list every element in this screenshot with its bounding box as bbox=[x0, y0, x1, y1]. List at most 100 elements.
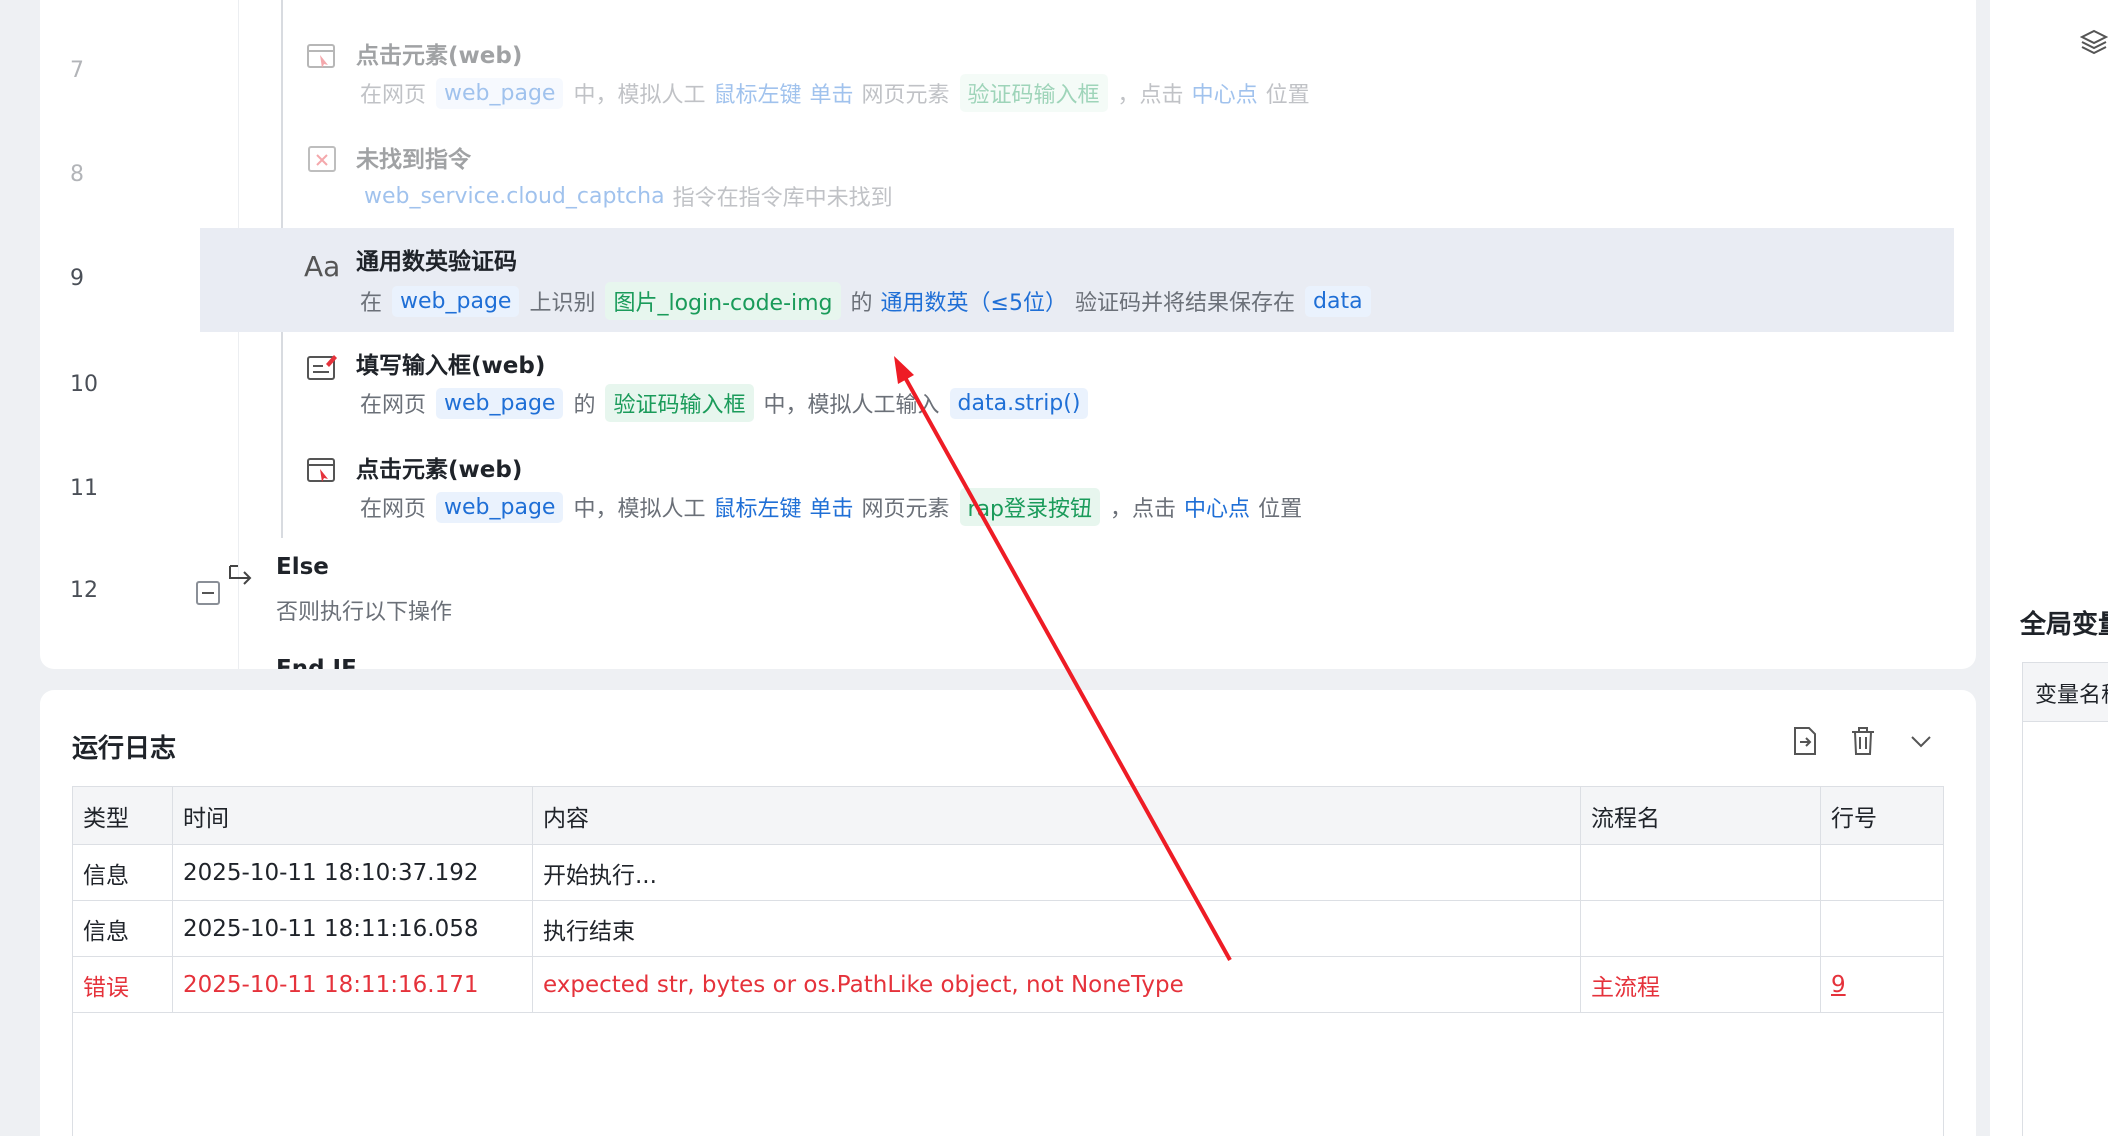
log-content: expected str, bytes or os.PathLike objec… bbox=[533, 957, 1581, 1012]
line-number: 7 bbox=[70, 58, 84, 83]
command-title: 点击元素(web) bbox=[356, 43, 523, 69]
log-table: 类型 时间 内容 流程名 行号 信息 2025-10-11 18:10:37.1… bbox=[72, 786, 1944, 1136]
param-chip[interactable]: web_page bbox=[436, 491, 564, 523]
export-log-icon[interactable] bbox=[1790, 726, 1820, 756]
log-table-header: 类型 时间 内容 流程名 行号 bbox=[73, 787, 1943, 845]
desc-text: 鼠标左键 bbox=[713, 83, 802, 108]
desc-text: 验证码并将结果保存在 bbox=[1074, 291, 1295, 316]
log-type: 信息 bbox=[73, 845, 173, 900]
column-header-flow: 流程名 bbox=[1581, 787, 1821, 844]
log-time: 2025-10-11 18:10:37.192 bbox=[173, 845, 533, 900]
collapse-toggle-button[interactable] bbox=[196, 581, 220, 605]
param-chip[interactable]: data bbox=[1305, 285, 1371, 317]
desc-text: 位置 bbox=[1258, 497, 1303, 522]
command-title: 点击元素(web) bbox=[356, 457, 523, 483]
desc-text: 中，模拟人工 bbox=[573, 497, 706, 522]
log-flow bbox=[1581, 845, 1821, 900]
layers-icon[interactable] bbox=[2079, 28, 2108, 60]
line-number: 9 bbox=[70, 266, 84, 291]
desc-text: ，点击 bbox=[1110, 497, 1177, 522]
param-chip[interactable]: 验证码输入框 bbox=[959, 74, 1108, 112]
desc-text: 在网页 bbox=[360, 393, 427, 418]
param-chip[interactable]: web_page bbox=[436, 77, 564, 109]
command-desc: web_service.cloud_captcha 指令在指令库中未找到 bbox=[360, 180, 897, 212]
command-title: 通用数英验证码 bbox=[356, 249, 517, 275]
command-title: Else bbox=[276, 554, 329, 580]
desc-text: 上识别 bbox=[529, 291, 596, 316]
desc-text: 位置 bbox=[1265, 83, 1310, 108]
global-variables-title: 全局变量 bbox=[2020, 610, 2108, 640]
param-chip[interactable]: 验证码输入框 bbox=[605, 384, 754, 422]
desc-text: 中心点 bbox=[1191, 83, 1258, 108]
flow-row-10[interactable]: 10 填写输入框(web) 在网页 web_page 的验证码输入框 中，模拟人工输入… bbox=[40, 332, 1976, 436]
column-header-type: 类型 bbox=[73, 787, 173, 844]
desc-text: 中，模拟人工 bbox=[573, 83, 706, 108]
variable-list-area bbox=[2022, 722, 2108, 1136]
desc-text: 在网页 bbox=[360, 83, 427, 108]
log-time: 2025-10-11 18:11:16.171 bbox=[173, 957, 533, 1012]
desc-text: 单击 bbox=[809, 497, 854, 522]
command-desc: 在网页 web_page 中，模拟人工 鼠标左键 单击 网页元素 验证码输入框 ，点击 中心点位… bbox=[356, 74, 1314, 112]
desc-text: 中，模拟人工输入 bbox=[763, 393, 940, 418]
desc-text: 指令在指令库中未找到 bbox=[672, 186, 893, 211]
command-desc: 在 web_page 上识别 图片_login-code-img 的通用数英（≤5位） 验… bbox=[356, 282, 1377, 320]
param-chip[interactable]: web_page bbox=[436, 387, 564, 419]
desc-text: 在网页 bbox=[360, 497, 427, 522]
line-number: 8 bbox=[70, 162, 84, 187]
desc-text: 网页元素 bbox=[861, 83, 950, 108]
command-desc: 在网页 web_page 的验证码输入框 中，模拟人工输入 data.strip() bbox=[356, 384, 1094, 422]
column-header-content: 内容 bbox=[533, 787, 1581, 844]
command-title: 填写输入框(web) bbox=[356, 353, 546, 379]
param-chip[interactable]: 图片_login-code-img bbox=[605, 282, 841, 320]
variable-name-label: 变量名称 bbox=[2035, 683, 2108, 708]
text-recognition-icon: Aa bbox=[304, 250, 341, 283]
desc-text: web_service.cloud_captcha bbox=[364, 183, 665, 209]
line-number: 10 bbox=[70, 372, 98, 397]
desc-text: 鼠标左键 bbox=[713, 497, 802, 522]
desc-text: 的 bbox=[573, 393, 596, 418]
branch-icon bbox=[226, 560, 258, 590]
table-row[interactable]: 信息 2025-10-11 18:10:37.192 开始执行... bbox=[73, 845, 1943, 901]
right-panel-top bbox=[1990, 0, 2108, 578]
desc-text: 通用数英（≤5位） bbox=[880, 291, 1067, 316]
flow-row-9[interactable]: 9 Aa 通用数英验证码 在 web_page 上识别 图片_login-code-i… bbox=[70, 228, 1954, 332]
command-title: 未找到指令 bbox=[356, 147, 471, 173]
desc-text: 网页元素 bbox=[861, 497, 950, 522]
run-log-panel: 运行日志 类型 时间 内容 流程名 行号 信息 2025-10-11 18:10… bbox=[40, 690, 1976, 1136]
log-type: 信息 bbox=[73, 901, 173, 956]
param-chip[interactable]: web_page bbox=[392, 285, 520, 317]
click-element-icon bbox=[306, 42, 338, 72]
column-header-time: 时间 bbox=[173, 787, 533, 844]
click-element-icon bbox=[306, 456, 338, 486]
column-header-line: 行号 bbox=[1831, 805, 1877, 832]
clear-log-icon[interactable] bbox=[1848, 726, 1878, 756]
desc-text: ，点击 bbox=[1117, 83, 1184, 108]
log-title: 运行日志 bbox=[72, 734, 177, 764]
flow-row-7[interactable]: 7 点击元素(web) 在网页 web_page 中，模拟人工 鼠标左键 单击 网页元素验… bbox=[40, 18, 1976, 122]
flow-row-8[interactable]: 8 未找到指令 web_service.cloud_captcha 指令在指令库中… bbox=[40, 122, 1976, 226]
fill-input-icon bbox=[306, 352, 338, 382]
log-toolbar bbox=[1790, 726, 1936, 756]
chevron-down-icon[interactable] bbox=[1906, 726, 1936, 756]
table-row-error[interactable]: 错误 2025-10-11 18:11:16.171 expected str,… bbox=[73, 957, 1943, 1013]
log-type: 错误 bbox=[73, 957, 173, 1012]
log-time: 2025-10-11 18:11:16.058 bbox=[173, 901, 533, 956]
line-number: 11 bbox=[70, 476, 98, 501]
table-row[interactable]: 信息 2025-10-11 18:11:16.058 执行结束 bbox=[73, 901, 1943, 957]
desc-text: 在 bbox=[360, 291, 383, 316]
desc-text: 单击 bbox=[809, 83, 854, 108]
line-number: 12 bbox=[70, 578, 98, 603]
flow-row-11[interactable]: 11 点击元素(web) 在网页 web_page 中，模拟人工 鼠标左键 单击 网页元素… bbox=[40, 436, 1976, 540]
command-desc: 否则执行以下操作 bbox=[276, 600, 453, 625]
flow-editor-panel: 7 点击元素(web) 在网页 web_page 中，模拟人工 鼠标左键 单击 网页元素验… bbox=[40, 0, 1976, 669]
command-desc: 在网页 web_page 中，模拟人工 鼠标左键 单击 网页元素 rap登录按钮 ，点击 中心点… bbox=[356, 488, 1306, 526]
desc-text: 中心点 bbox=[1184, 497, 1251, 522]
flow-row-12-else[interactable]: 12 Else 否则执行以下操作 bbox=[40, 540, 1976, 644]
desc-text: 的 bbox=[850, 291, 873, 316]
log-line-link[interactable]: 9 bbox=[1821, 957, 1945, 1012]
param-chip[interactable]: rap登录按钮 bbox=[959, 488, 1101, 526]
param-chip[interactable]: data.strip() bbox=[949, 387, 1089, 419]
right-title-clip: 全局变量 bbox=[2020, 604, 2108, 644]
